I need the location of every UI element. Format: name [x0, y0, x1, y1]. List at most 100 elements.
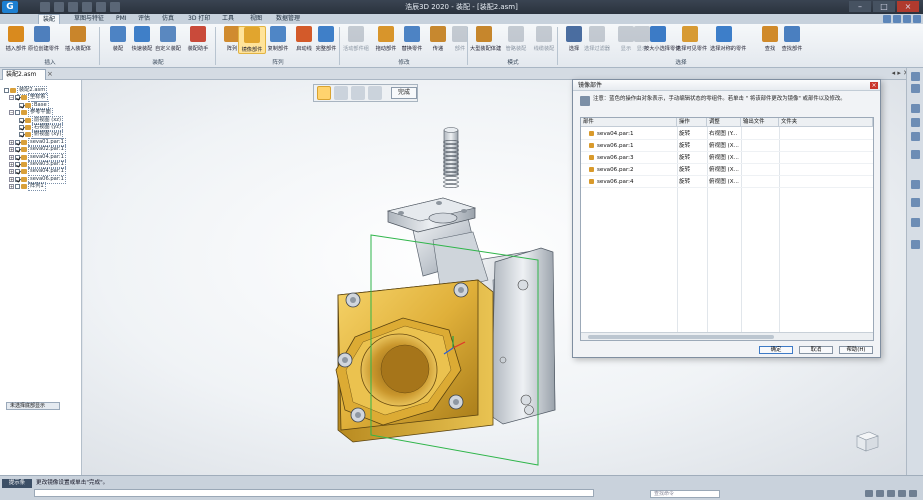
plane-select-icon[interactable] [351, 86, 365, 100]
ribbon-button-28[interactable]: 查找部件 [778, 26, 806, 54]
column-header-0[interactable]: 部件 [581, 118, 677, 127]
command-input[interactable] [34, 489, 594, 497]
cancel-button[interactable]: 取消 [799, 346, 833, 354]
done-button[interactable]: 完成 [391, 87, 417, 99]
ok-button[interactable]: 确定 [759, 346, 793, 354]
view-icon[interactable] [865, 490, 873, 497]
tab-3[interactable]: 评估 [134, 14, 154, 24]
visibility-checkbox[interactable] [15, 162, 20, 167]
side-tool-icon-6[interactable] [911, 180, 920, 189]
adjust-cell[interactable]: 俯视图 (X... [709, 152, 741, 164]
close-tab-icon[interactable]: × [47, 70, 53, 78]
visibility-checkbox[interactable] [19, 132, 24, 138]
options-icon[interactable] [368, 86, 382, 100]
expand-icon[interactable]: + [9, 169, 14, 175]
ribbon-button-5[interactable]: 自定义装配 [154, 26, 182, 54]
ribbon-button-1[interactable]: 原位创建零件 [28, 26, 59, 54]
expand-icon[interactable]: + [9, 162, 14, 167]
expand-icon[interactable]: − [9, 110, 14, 116]
side-tool-icon-7[interactable] [911, 198, 920, 207]
ribbon-button-12[interactable]: 活动部件组 [342, 26, 370, 54]
ribbon-button-25[interactable]: 选择可见零件 [676, 26, 707, 54]
ribbon-button-2[interactable]: 插入装配体 [64, 26, 92, 54]
side-tool-icon-2[interactable] [911, 104, 920, 113]
ribbon-button-6[interactable]: 装配助手 [184, 26, 212, 54]
ribbon-button-19[interactable]: 线缆装配 [530, 26, 558, 54]
visibility-checkbox[interactable] [4, 88, 9, 93]
visibility-checkbox[interactable] [15, 184, 20, 190]
expand-icon[interactable]: + [9, 184, 14, 190]
restore-icon[interactable] [903, 15, 911, 23]
operation-cell[interactable]: 旋转 [679, 128, 690, 140]
ribbon-button-8[interactable]: 镜像部件 [238, 26, 266, 54]
operation-cell[interactable]: 旋转 [679, 176, 690, 188]
fit-icon[interactable] [909, 490, 917, 497]
visibility-checkbox[interactable] [19, 125, 24, 130]
ribbon-button-9[interactable]: 复制部件 [264, 26, 292, 54]
side-tool-icon-4[interactable] [911, 132, 920, 141]
visibility-checkbox[interactable] [15, 169, 20, 175]
ribbon-button-11[interactable]: 完整部件 [312, 26, 340, 54]
ribbon-button-13[interactable]: 拖动部件 [372, 26, 400, 54]
visibility-checkbox[interactable] [15, 110, 20, 116]
table-row[interactable]: seva06.par:2 旋转 俯视图 (X... [581, 164, 873, 176]
maximize-button[interactable]: □ [873, 1, 895, 12]
expand-icon[interactable]: + [9, 139, 14, 145]
adjust-cell[interactable]: 右视图 (Y... [709, 128, 741, 140]
operation-cell[interactable]: 旋转 [679, 164, 690, 176]
side-tool-icon-9[interactable] [911, 240, 920, 249]
tab-8[interactable]: 数据管理 [272, 14, 304, 24]
select-part-icon[interactable] [334, 86, 348, 100]
table-row[interactable]: seva06.par:1 旋转 俯视图 (X... [581, 140, 873, 152]
table-row[interactable]: seva04.par:1 旋转 右视图 (Y... [581, 128, 873, 140]
mirror-mode-icon[interactable] [317, 86, 331, 100]
view-cube-icon[interactable] [854, 429, 880, 453]
tab-0[interactable]: 装配 [38, 14, 61, 24]
tab-7[interactable]: 视图 [246, 14, 266, 24]
visibility-checkbox[interactable] [19, 117, 24, 123]
adjust-cell[interactable]: 俯视图 (X... [709, 164, 741, 176]
minimize-button[interactable]: – [849, 1, 871, 12]
adjust-cell[interactable]: 俯视图 (X... [709, 140, 741, 152]
close-button[interactable]: × [897, 1, 919, 12]
visibility-checkbox[interactable] [15, 176, 20, 182]
close-doc-icon[interactable] [913, 15, 921, 23]
ribbon-button-24[interactable]: 按大小选择零件 [644, 26, 680, 54]
side-tool-icon-0[interactable] [911, 72, 920, 81]
horizontal-scrollbar[interactable] [581, 332, 873, 340]
ribbon-button-14[interactable]: 替换零件 [398, 26, 426, 54]
visibility-checkbox[interactable] [15, 95, 20, 101]
tab-6[interactable]: 工具 [218, 14, 238, 24]
side-tool-icon-3[interactable] [911, 118, 920, 127]
visibility-checkbox[interactable] [15, 147, 20, 153]
column-header-2[interactable]: 调整 [707, 118, 741, 127]
tab-2[interactable]: PMI [112, 14, 131, 24]
side-tool-icon-1[interactable] [911, 84, 920, 93]
tab-1[interactable]: 草图与特征 [70, 14, 108, 24]
side-tool-icon-8[interactable] [911, 218, 920, 227]
table-row[interactable]: seva06.par:4 旋转 俯视图 (X... [581, 176, 873, 188]
document-tab[interactable]: 装配2.asm [2, 69, 46, 80]
ribbon-button-4[interactable]: 快速装配 [128, 26, 156, 54]
expand-icon[interactable]: + [9, 176, 14, 182]
rotate-icon[interactable] [898, 490, 906, 497]
tab-5[interactable]: 3D 打印 [184, 14, 214, 24]
ribbon-button-21[interactable]: 选择过滤器 [583, 26, 611, 54]
tab-4[interactable]: 仿真 [158, 14, 178, 24]
question-icon[interactable] [883, 15, 891, 23]
zoom-icon[interactable] [876, 490, 884, 497]
tree-node[interactable]: + 阵列1 [9, 182, 46, 192]
show-tree-button[interactable]: 未选择底部显示 [6, 402, 60, 410]
ribbon-button-18[interactable]: 管路装配 [502, 26, 530, 54]
expand-icon[interactable]: + [9, 154, 14, 160]
adjust-cell[interactable]: 俯视图 (X... [709, 176, 741, 188]
visibility-checkbox[interactable] [19, 102, 24, 108]
dialog-close-icon[interactable]: × [870, 82, 878, 89]
expand-icon[interactable]: − [9, 95, 14, 101]
minimize-ribbon-icon[interactable] [893, 15, 901, 23]
column-header-3[interactable]: 输出文件 [741, 118, 779, 127]
expand-icon[interactable]: + [9, 147, 14, 153]
visibility-checkbox[interactable] [15, 154, 20, 160]
find-command-input[interactable]: 查找命令 [650, 490, 720, 498]
pan-icon[interactable] [887, 490, 895, 497]
